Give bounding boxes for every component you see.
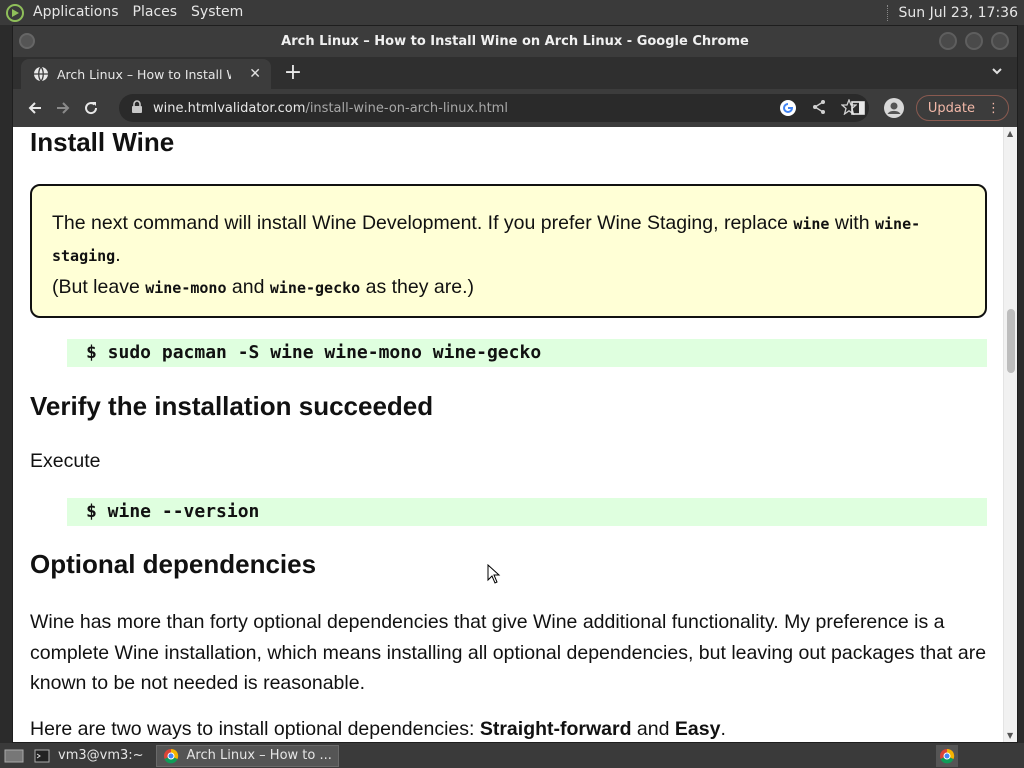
bold-easy: Easy <box>674 718 721 740</box>
scrollbar-thumb[interactable] <box>1007 309 1015 373</box>
google-lens-icon[interactable] <box>779 99 797 121</box>
bottom-panel: vm3@vm3:~ Arch Linux – How to ... <box>0 743 1024 768</box>
update-button[interactable]: Update ⋮ <box>915 95 1009 121</box>
taskbar-label: Arch Linux – How to ... <box>186 748 332 763</box>
window-controls <box>939 32 1009 50</box>
paragraph-text: Here are two ways to install optional de… <box>30 718 480 740</box>
back-arrow-icon <box>28 102 41 114</box>
desktop-icon <box>4 749 24 762</box>
command-version[interactable]: $ wine --version <box>67 498 987 526</box>
distro-logo-icon[interactable] <box>4 2 26 24</box>
update-label: Update <box>927 100 975 116</box>
url-domain: wine.htmlvalidator.com <box>153 100 306 116</box>
scroll-up-arrow-icon[interactable]: ▲ <box>1007 129 1013 138</box>
terminal-icon <box>34 749 50 762</box>
taskbar-item-chrome[interactable]: Arch Linux – How to ... <box>155 744 339 767</box>
toolbar-right: Update ⋮ <box>844 94 1009 122</box>
close-window-button[interactable] <box>991 32 1009 50</box>
kebab-menu-icon[interactable]: ⋮ <box>987 101 1000 116</box>
command-install[interactable]: $ sudo pacman -S wine wine-mono wine-gec… <box>67 339 987 367</box>
note-text: with <box>829 212 875 234</box>
note-box: The next command will install Wine Devel… <box>30 184 987 318</box>
paragraph-two-ways: Here are two ways to install optional de… <box>30 718 726 741</box>
clock[interactable]: Sun Jul 23, 17:36 <box>899 5 1019 21</box>
chrome-icon <box>163 748 178 763</box>
maximize-button[interactable] <box>965 32 983 50</box>
window-menu-button[interactable] <box>19 33 35 49</box>
note-text: as they are.) <box>360 276 474 298</box>
menu-applications[interactable]: Applications <box>26 0 126 25</box>
reload-icon <box>85 102 98 115</box>
forward-arrow-icon <box>57 102 70 114</box>
heading-verify: Verify the installation succeeded <box>30 391 434 421</box>
reload-button[interactable] <box>77 94 105 122</box>
profile-avatar[interactable] <box>880 94 908 122</box>
side-panel-button[interactable] <box>844 94 872 122</box>
note-text: The next command will install Wine Devel… <box>52 212 794 234</box>
tab-active[interactable]: Arch Linux – How to Install Wine on Arch… <box>21 59 271 89</box>
mouse-cursor-icon <box>487 564 501 584</box>
note-text: . <box>115 244 121 266</box>
address-bar[interactable]: wine.htmlvalidator.com/install-wine-on-a… <box>119 94 869 122</box>
tab-search-chevron-icon[interactable] <box>991 65 1003 81</box>
taskbar-item-terminal[interactable]: vm3@vm3:~ <box>28 745 150 767</box>
menu-places[interactable]: Places <box>126 0 185 25</box>
new-tab-button[interactable]: + <box>281 60 305 85</box>
note-text: and <box>226 276 270 298</box>
share-icon[interactable] <box>811 99 827 121</box>
page-scrollbar[interactable]: ▲ ▼ <box>1003 127 1017 742</box>
paragraph-text: and <box>631 718 675 740</box>
tab-close-icon[interactable]: ✕ <box>249 66 261 82</box>
bold-straight-forward: Straight-forward <box>479 718 632 740</box>
browser-window: Arch Linux – How to Install Wine on Arch… <box>12 25 1018 743</box>
code-wine: wine <box>793 215 830 233</box>
show-desktop-button[interactable] <box>0 746 28 766</box>
side-panel-icon <box>851 101 865 115</box>
window-titlebar[interactable]: Arch Linux – How to Install Wine on Arch… <box>13 26 1017 57</box>
globe-icon <box>34 66 48 82</box>
url-path: /install-wine-on-arch-linux.html <box>305 100 508 116</box>
note-text: (But leave <box>52 276 146 298</box>
minimize-button[interactable] <box>939 32 957 50</box>
menu-system[interactable]: System <box>184 0 250 25</box>
tab-strip: Arch Linux – How to Install Wine on Arch… <box>13 57 1017 89</box>
page-viewport: Install Wine The next command will insta… <box>13 127 1017 742</box>
scroll-down-arrow-icon[interactable]: ▼ <box>1007 731 1013 740</box>
paragraph-execute: Execute <box>30 450 101 472</box>
site-info-icon[interactable] <box>131 99 143 118</box>
toolbar: wine.htmlvalidator.com/install-wine-on-a… <box>13 89 1017 127</box>
panel-separator <box>886 4 891 21</box>
heading-install-wine: Install Wine <box>30 127 175 157</box>
avatar-icon <box>883 98 904 118</box>
heading-optional-dependencies: Optional dependencies <box>30 549 317 579</box>
forward-button[interactable] <box>49 94 77 122</box>
tray-chrome-icon[interactable] <box>936 745 958 767</box>
taskbar-label: vm3@vm3:~ <box>58 748 144 763</box>
window-title: Arch Linux – How to Install Wine on Arch… <box>281 34 749 49</box>
tab-title: Arch Linux – How to Install Wine on Arch… <box>57 66 231 82</box>
top-panel: Applications Places System Sun Jul 23, 1… <box>0 0 1024 25</box>
paragraph-optional: Wine has more than forty optional depend… <box>30 611 987 694</box>
url-text: wine.htmlvalidator.com/install-wine-on-a… <box>153 101 508 116</box>
paragraph-text: . <box>720 718 726 740</box>
code-wine-gecko: wine-gecko <box>269 279 361 297</box>
code-wine-mono: wine-mono <box>145 279 227 297</box>
back-button[interactable] <box>21 94 49 122</box>
